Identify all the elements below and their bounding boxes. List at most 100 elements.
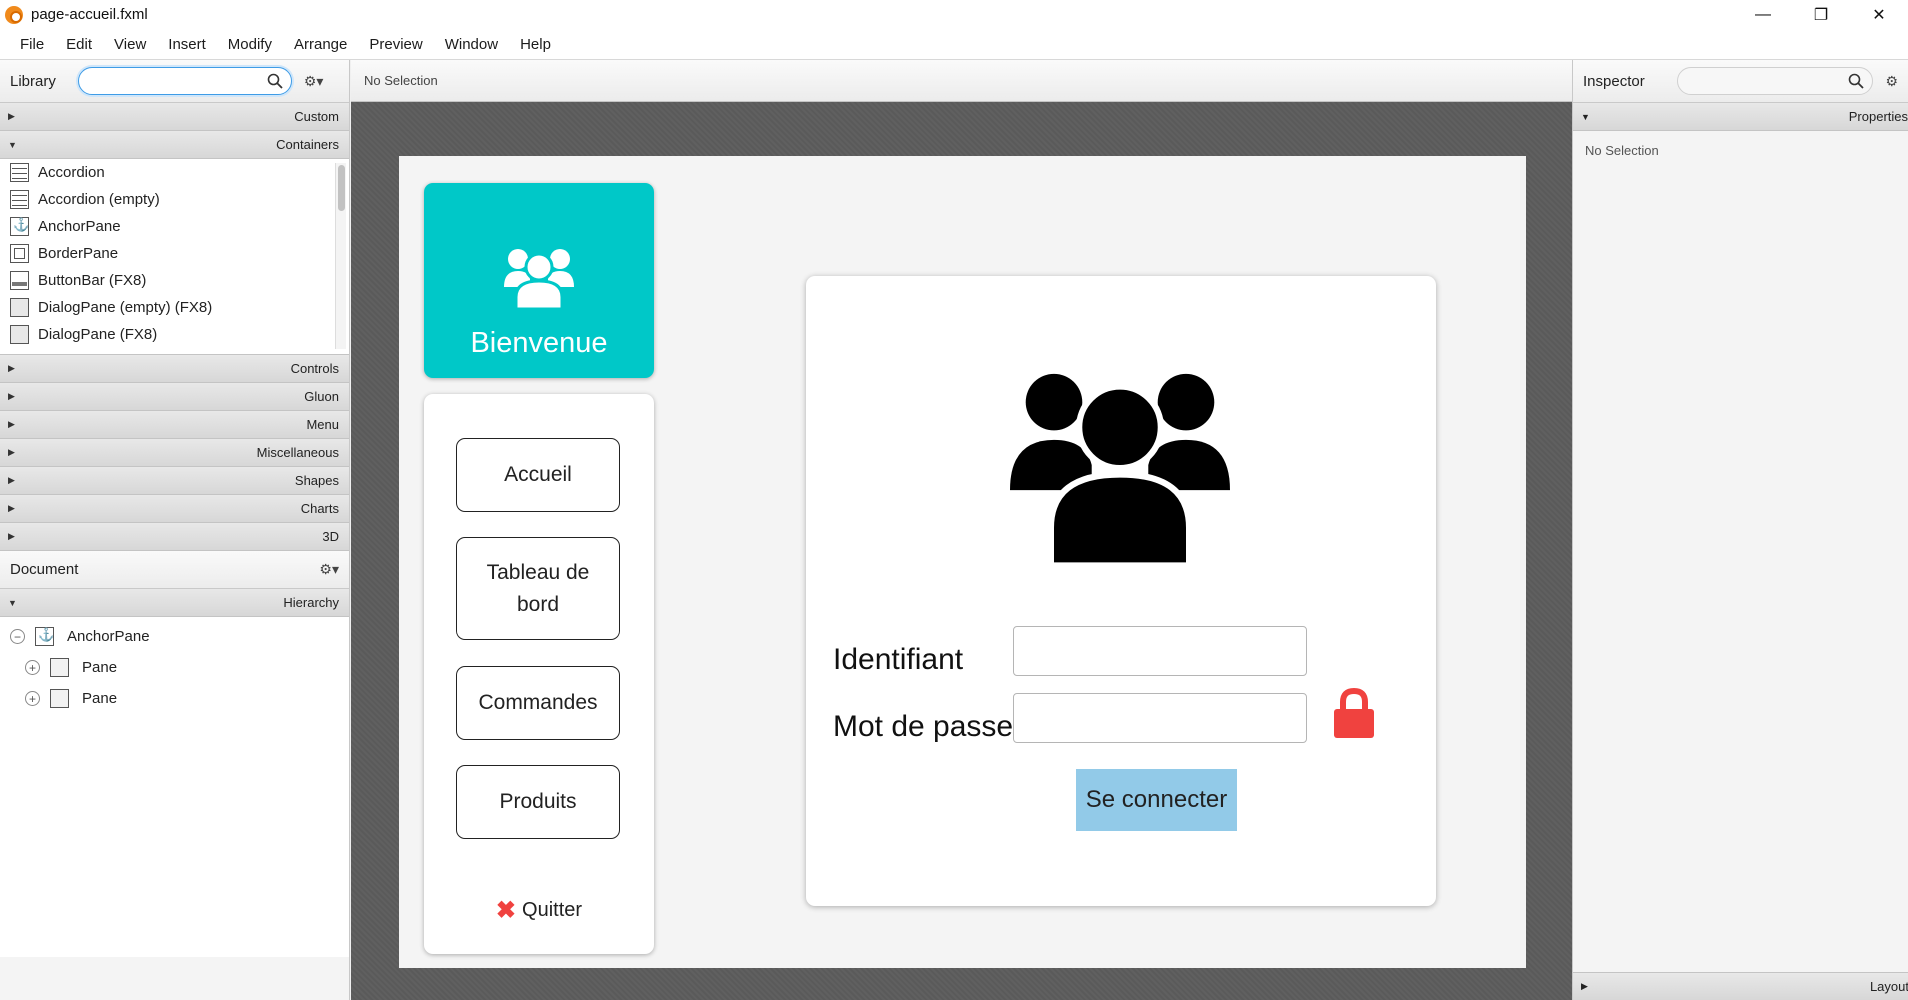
section-layout[interactable]: ▶ Layout (1573, 972, 1908, 1000)
library-search-input[interactable] (77, 67, 292, 95)
menu-view[interactable]: View (103, 32, 157, 57)
section-hierarchy[interactable]: ▼ Hierarchy (0, 589, 349, 617)
pane-icon (50, 658, 69, 677)
selection-status: No Selection (351, 60, 1572, 102)
menu-arrange[interactable]: Arrange (283, 32, 358, 57)
produits-button[interactable]: Produits (456, 765, 620, 839)
buttonbar-icon (10, 271, 29, 290)
inspector-settings-gear-icon[interactable]: ⚙ (1885, 73, 1898, 90)
library-item-label: Accordion (empty) (38, 191, 160, 208)
content-area: No Selection Bienvenue Accueil Tableau d… (351, 60, 1572, 1000)
expanded-arrow-icon: ▼ (8, 597, 17, 608)
expand-toggle-icon[interactable]: + (25, 691, 40, 706)
tree-node-pane[interactable]: + Pane (0, 683, 349, 714)
section-controls[interactable]: ▶ Controls (0, 355, 349, 383)
menu-window[interactable]: Window (434, 32, 509, 57)
collapsed-arrow-icon: ▶ (8, 503, 15, 513)
scrollbar-thumb[interactable] (338, 165, 345, 211)
section-label: 3D (322, 529, 339, 544)
menu-file[interactable]: File (9, 32, 55, 57)
users-icon (1010, 373, 1230, 569)
inspector-header: Inspector ⚙ (1573, 60, 1908, 103)
borderpane-icon (10, 244, 29, 263)
section-containers[interactable]: ▼ Containers (0, 131, 349, 159)
document-title: Document (10, 561, 79, 578)
dialogpane-icon (10, 325, 29, 344)
identifiant-input[interactable] (1013, 626, 1307, 676)
hierarchy-tree: − AnchorPane + Pane + Pane (0, 617, 349, 957)
menu-bar: File Edit View Insert Modify Arrange Pre… (0, 29, 1908, 60)
library-panel: Library ⚙▾ ▶ Custom ▼ Containers Accordi… (0, 60, 350, 1000)
section-custom[interactable]: ▶ Custom (0, 103, 349, 131)
scene-builder-logo-icon (5, 5, 23, 24)
library-item-label: DialogPane (FX8) (38, 326, 158, 343)
button-label-line: bord (516, 592, 560, 616)
accueil-button[interactable]: Accueil (456, 438, 620, 512)
document-header: Document ⚙▾ (0, 551, 349, 589)
document-settings-gear-icon[interactable]: ⚙▾ (319, 561, 339, 578)
accordion-icon (10, 190, 29, 209)
library-settings-gear-icon[interactable]: ⚙▾ (304, 73, 324, 90)
menu-preview[interactable]: Preview (358, 32, 433, 57)
library-item-buttonbar[interactable]: ButtonBar (FX8) (0, 267, 349, 294)
tree-node-pane[interactable]: + Pane (0, 652, 349, 683)
library-item-borderpane[interactable]: BorderPane (0, 240, 349, 267)
library-item-accordion[interactable]: Accordion (0, 159, 349, 186)
collapsed-arrow-icon: ▶ (8, 475, 15, 485)
library-item-label: ButtonBar (FX8) (38, 272, 147, 289)
quitter-button[interactable]: ✖ Quitter (424, 896, 654, 925)
section-miscellaneous[interactable]: ▶ Miscellaneous (0, 439, 349, 467)
collapsed-arrow-icon: ▶ (8, 391, 15, 401)
tableau-de-bord-button[interactable]: Tableau de bord (456, 537, 620, 640)
tree-node-anchorpane[interactable]: − AnchorPane (0, 621, 349, 652)
welcome-card: Bienvenue (424, 183, 654, 378)
window-title: page-accueil.fxml (31, 6, 148, 23)
collapsed-arrow-icon: ▶ (8, 111, 15, 121)
dialogpane-icon (10, 298, 29, 317)
commandes-button[interactable]: Commandes (456, 666, 620, 740)
section-charts[interactable]: ▶ Charts (0, 495, 349, 523)
section-shapes[interactable]: ▶ Shapes (0, 467, 349, 495)
section-label: Custom (294, 109, 339, 124)
section-label: Hierarchy (283, 595, 339, 610)
expanded-arrow-icon: ▼ (1581, 111, 1590, 122)
section-gluon[interactable]: ▶ Gluon (0, 383, 349, 411)
close-button[interactable]: ✕ (1850, 0, 1908, 29)
section-3d[interactable]: ▶ 3D (0, 523, 349, 551)
library-item-accordion-empty[interactable]: Accordion (empty) (0, 186, 349, 213)
menu-edit[interactable]: Edit (55, 32, 103, 57)
mot-de-passe-input[interactable] (1013, 693, 1307, 743)
library-item-anchorpane[interactable]: AnchorPane (0, 213, 349, 240)
menu-modify[interactable]: Modify (217, 32, 283, 57)
library-item-label: BorderPane (38, 245, 119, 262)
lock-icon (1334, 688, 1374, 738)
library-item-dialogpane-empty[interactable]: DialogPane (empty) (FX8) (0, 294, 349, 321)
login-card: Identifiant Mot de passe Se connecter (806, 276, 1436, 906)
library-item-label: AnchorPane (38, 218, 121, 235)
close-x-icon: ✖ (495, 897, 517, 924)
section-label: Layout (1869, 979, 1908, 994)
pane-icon (50, 689, 69, 708)
minimize-button[interactable]: — (1734, 0, 1792, 29)
section-label: Shapes (294, 473, 339, 488)
collapse-toggle-icon[interactable]: − (10, 629, 25, 644)
anchor-icon (10, 217, 29, 236)
search-icon (1849, 73, 1865, 89)
expand-toggle-icon[interactable]: + (25, 660, 40, 675)
search-icon (267, 73, 283, 89)
mot-de-passe-label: Mot de passe (833, 710, 1014, 743)
section-menu[interactable]: ▶ Menu (0, 411, 349, 439)
inspector-search-input[interactable] (1676, 67, 1874, 95)
section-label: Gluon (304, 389, 339, 404)
library-item-dialogpane[interactable]: DialogPane (FX8) (0, 321, 349, 348)
containers-list: Accordion Accordion (empty) AnchorPane B… (0, 159, 349, 355)
identifiant-label: Identifiant (833, 643, 964, 676)
section-label: Miscellaneous (256, 445, 339, 460)
design-canvas[interactable]: Bienvenue Accueil Tableau de bord Comman… (399, 156, 1526, 968)
se-connecter-button[interactable]: Se connecter (1076, 769, 1237, 831)
library-scrollbar[interactable] (335, 163, 346, 349)
section-properties[interactable]: ▼ Properties (1573, 103, 1908, 131)
restore-button[interactable]: ❐ (1792, 0, 1850, 29)
menu-insert[interactable]: Insert (157, 32, 217, 57)
menu-help[interactable]: Help (509, 32, 562, 57)
